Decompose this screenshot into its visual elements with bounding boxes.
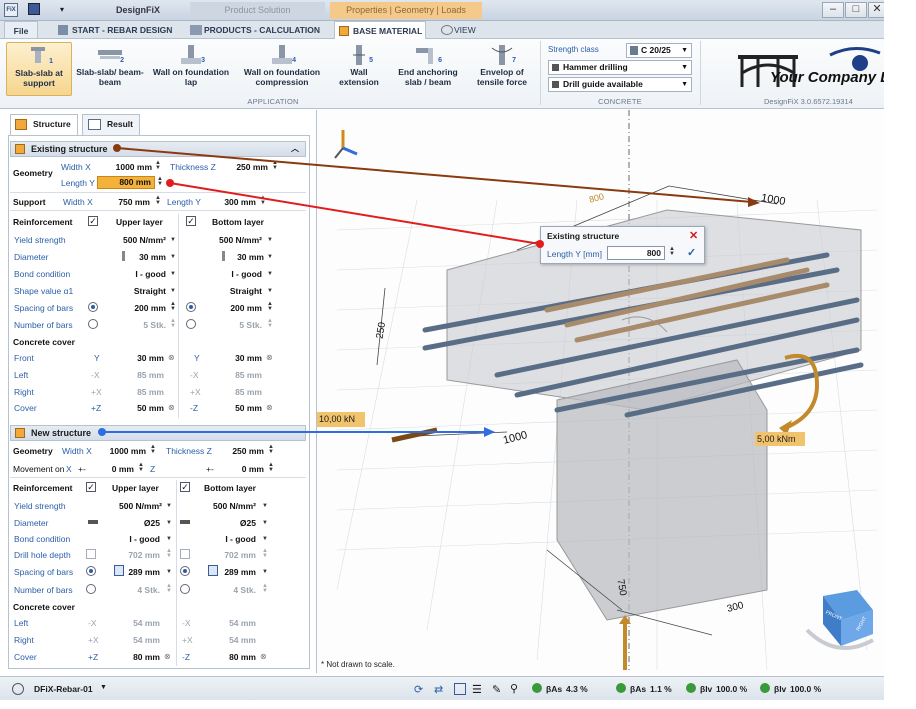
edit-icon[interactable]: ✎ [492,683,501,696]
project-name[interactable]: DFiX-Rebar-01 [34,684,93,694]
brown-arrow [116,147,753,203]
brown-arrow-dot [113,144,121,152]
chevron-down-icon[interactable]: ▼ [100,684,107,691]
brown-arrow-head [748,197,760,207]
refresh-icon[interactable]: ⟳ [414,683,423,696]
red-arrow-dot-start [166,179,174,187]
status-ok-icon [616,683,626,693]
status-bas-2-label: βAs [630,684,647,694]
zoom-icon[interactable]: ⚲ [510,682,518,695]
red-arrow [169,182,541,245]
status-bas-2-value: 1.1 % [650,684,672,694]
status-bas-1-value: 4.3 % [566,684,588,694]
status-blv-2-label: βlv [774,684,787,694]
torn-edge [884,0,916,709]
status-blv-2-value: 100.0 % [790,684,822,694]
status-bas-1-label: βAs [546,684,563,694]
annotation-arrows [98,144,760,437]
red-arrow-dot-end [536,240,544,248]
status-bar: DFiX-Rebar-01 ▼ ⟳ ⇄ ☰ ✎ ⚲ βAs 4.3 % βAs … [0,676,900,700]
status-blv-1-label: βlv [700,684,713,694]
status-blv-1-value: 100.0 % [716,684,748,694]
grid-icon[interactable] [454,683,466,695]
sync-icon[interactable]: ⇄ [434,683,443,696]
status-ok-icon [760,683,770,693]
project-icon [12,683,24,695]
status-ok-icon [532,683,542,693]
blue-arrow-dot [98,428,106,436]
layers-icon[interactable]: ☰ [472,683,482,696]
blue-arrow-head [484,427,495,437]
status-ok-icon [686,683,696,693]
